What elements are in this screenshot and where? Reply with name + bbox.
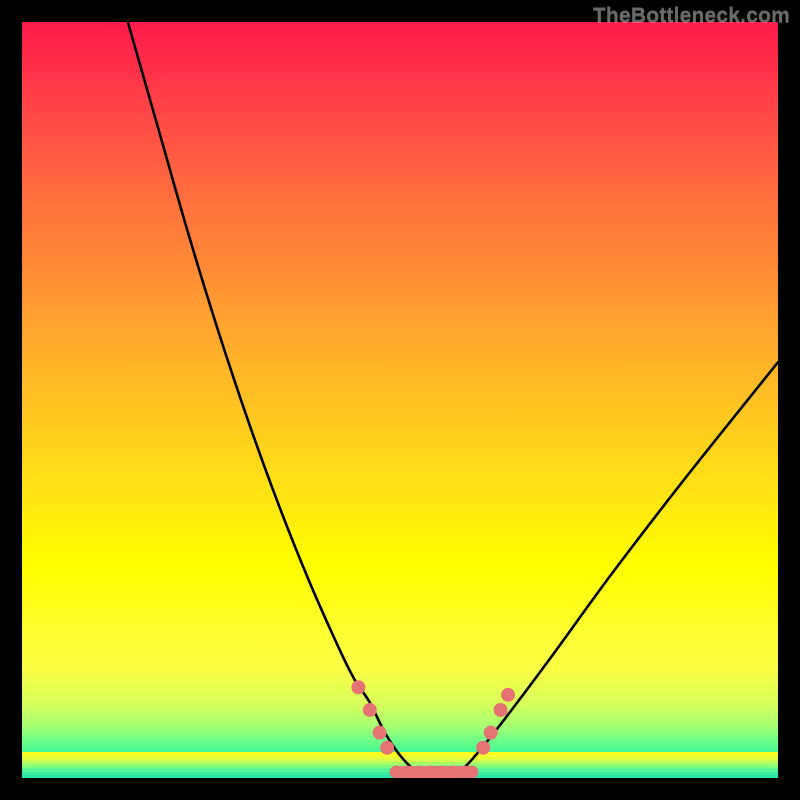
marker-dot — [380, 741, 394, 755]
bottleneck-curve — [128, 22, 778, 778]
marker-dot — [476, 741, 490, 755]
marker-dot — [484, 726, 498, 740]
marker-dot — [501, 688, 515, 702]
marker-dot — [373, 726, 387, 740]
marker-dot — [363, 703, 377, 717]
optimal-flat-segment — [390, 765, 479, 778]
marker-dot — [351, 680, 365, 694]
bottleneck-chart — [22, 22, 778, 778]
marker-dot — [494, 703, 508, 717]
